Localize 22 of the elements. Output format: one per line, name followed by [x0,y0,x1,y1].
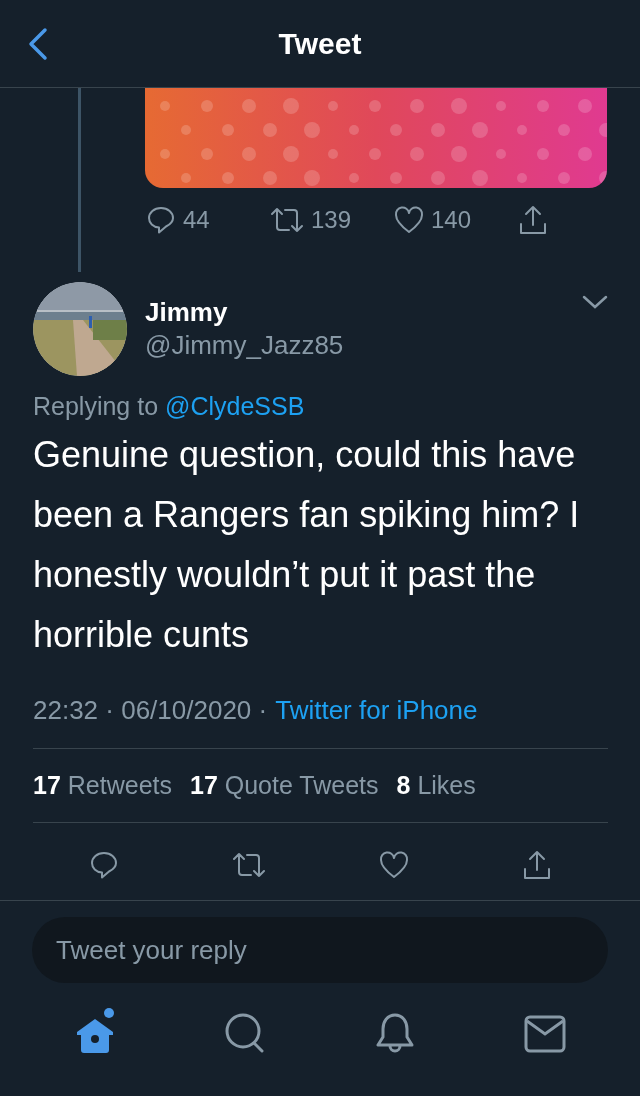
stat-count[interactable]: 17 Retweets [33,771,172,800]
heart-icon[interactable] [377,849,410,881]
timestamp: 22:32 · 06/10/2020 · [33,695,268,726]
chevron-icon[interactable] [582,294,608,310]
display-name[interactable]: Jimmy [145,297,564,328]
share-icon[interactable] [517,204,549,236]
replying-label: Replying to [33,392,159,420]
reply-icon[interactable] [145,204,177,236]
heart-icon[interactable] [393,204,425,236]
action-count: 140 [431,206,472,234]
source-link[interactable]: Twitter for iPhone [275,695,478,726]
user-handle[interactable]: @Jimmy_Jazz85 [145,330,564,361]
reply-field[interactable]: Tweet your reply [32,917,608,983]
stat-count[interactable]: 8 Likes [396,771,476,800]
back-icon[interactable] [26,26,50,62]
stat-count[interactable]: 17 Quote Tweets [190,771,379,800]
mention-link[interactable]: @ClydeSSB [165,392,305,420]
action-count: 44 [183,206,210,234]
tweet-text: Genuine question, could this have been a Rangers fan spiking him? I honestly wouldn’t put it past the horrible cunts [33,433,581,657]
action-count: 139 [311,206,352,234]
screen-title: Tweet [278,26,362,61]
notification-dot [104,1008,114,1018]
